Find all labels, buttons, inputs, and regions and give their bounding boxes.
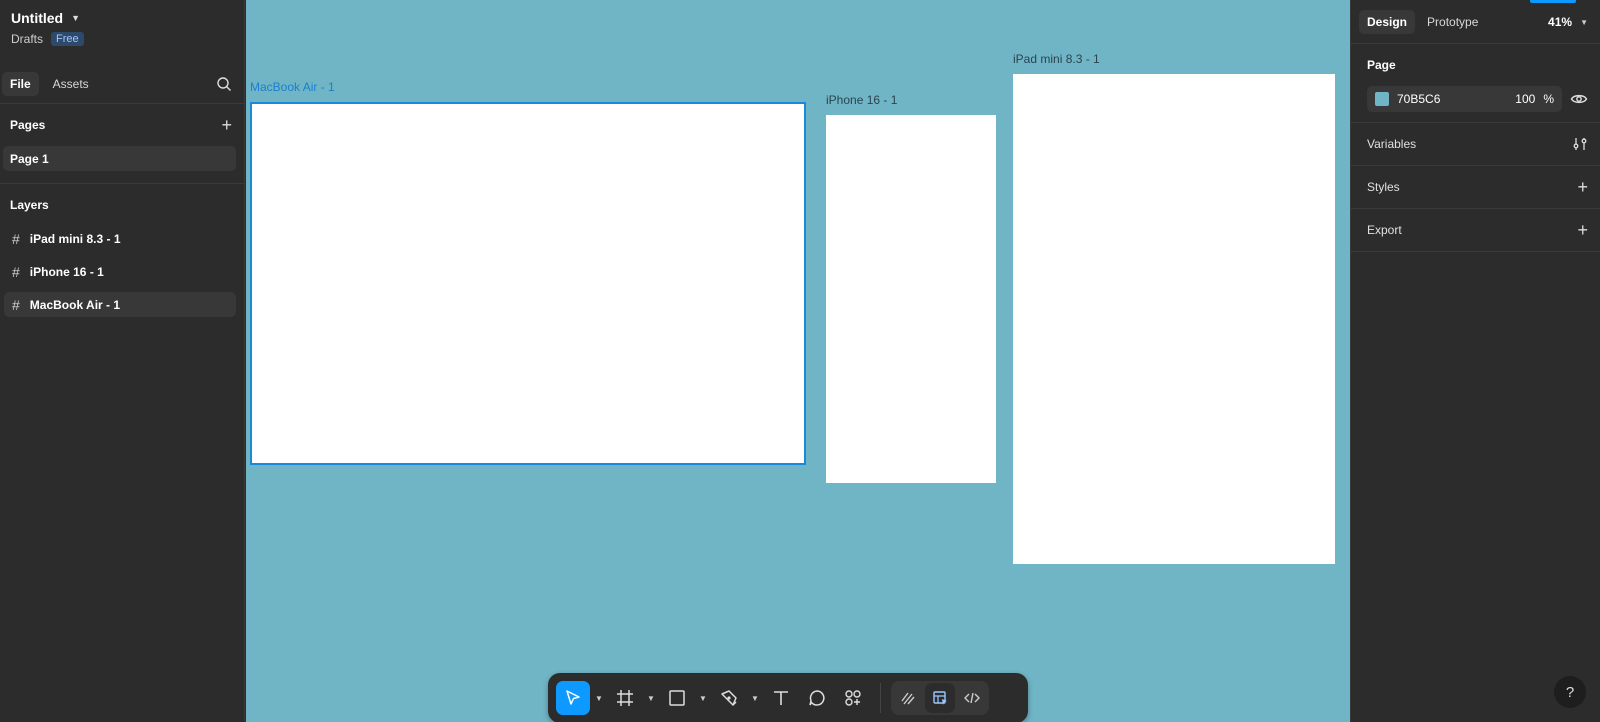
design-mode-button[interactable] — [925, 683, 955, 713]
plan-badge: Free — [51, 32, 84, 46]
color-hex-value[interactable]: 70B5C6 — [1397, 92, 1507, 106]
draw-mode-button[interactable] — [893, 683, 923, 713]
tab-design[interactable]: Design — [1359, 9, 1416, 34]
actions-tool-button[interactable] — [836, 681, 870, 715]
zoom-control[interactable]: 41% ▼ — [1548, 15, 1588, 29]
variables-header[interactable]: Variables — [1351, 123, 1600, 165]
styles-heading: Styles — [1367, 180, 1400, 194]
styles-section: Styles + — [1351, 166, 1600, 209]
frame-macbook-air[interactable] — [250, 102, 806, 465]
file-location[interactable]: Drafts — [11, 32, 43, 46]
bottom-toolbar: ▼ ▼ ▼ ▼ — [548, 673, 1028, 722]
export-section: Export + — [1351, 209, 1600, 252]
tab-assets[interactable]: Assets — [45, 72, 97, 96]
variables-heading: Variables — [1367, 137, 1417, 151]
frame-label-iphone[interactable]: iPhone 16 - 1 — [826, 93, 897, 107]
help-label: ? — [1565, 683, 1575, 701]
export-heading: Export — [1367, 223, 1402, 237]
pages-heading: Pages — [10, 118, 46, 132]
frame-icon: # — [12, 296, 20, 313]
variables-section: Variables — [1351, 123, 1600, 166]
search-icon[interactable] — [216, 76, 232, 92]
frame-icon — [617, 690, 633, 706]
rectangle-icon — [669, 690, 685, 706]
styles-header[interactable]: Styles + — [1351, 166, 1600, 208]
chevron-down-icon: ▼ — [71, 13, 81, 23]
tab-file[interactable]: File — [2, 71, 39, 96]
text-icon — [774, 691, 788, 705]
comment-tool-button[interactable] — [800, 681, 834, 715]
page-section-header: Page — [1351, 44, 1600, 86]
pen-icon — [721, 690, 737, 706]
opacity-unit: % — [1543, 92, 1554, 106]
right-tabs: Design Prototype 41% ▼ — [1351, 0, 1600, 44]
page-section: Page 70B5C6 100 % — [1351, 44, 1600, 123]
frame-label-macbook[interactable]: MacBook Air - 1 — [250, 80, 335, 94]
shape-tool-button[interactable] — [660, 681, 694, 715]
mode-switcher — [891, 681, 989, 715]
cursor-icon — [566, 690, 580, 705]
right-panel: Design Prototype 41% ▼ Page 70B5C6 100 %… — [1350, 0, 1600, 722]
design-icon — [933, 691, 947, 705]
frame-tool-button[interactable] — [608, 681, 642, 715]
frame-label-ipad[interactable]: iPad mini 8.3 - 1 — [1013, 52, 1100, 66]
layer-label: iPad mini 8.3 - 1 — [29, 231, 121, 246]
left-tabs: File Assets — [0, 64, 244, 104]
frame-icon: # — [12, 263, 20, 280]
frame-iphone-16[interactable] — [826, 115, 996, 483]
move-tool-button[interactable] — [556, 681, 590, 715]
color-swatch[interactable] — [1375, 92, 1389, 106]
dev-mode-button[interactable] — [957, 683, 987, 713]
add-export-icon[interactable]: + — [1577, 221, 1588, 239]
eye-icon[interactable] — [1570, 90, 1588, 108]
help-button[interactable]: ? — [1554, 676, 1586, 708]
sliders-icon[interactable] — [1572, 136, 1588, 152]
comment-icon — [809, 690, 825, 706]
layer-item[interactable]: # iPad mini 8.3 - 1 — [4, 226, 236, 251]
export-header[interactable]: Export + — [1351, 209, 1600, 251]
chevron-down-icon: ▼ — [1580, 17, 1588, 27]
add-style-icon[interactable]: + — [1577, 178, 1588, 196]
frame-ipad-mini[interactable] — [1013, 74, 1335, 564]
page-item-label: Page 1 — [10, 151, 49, 166]
file-title: Untitled — [11, 10, 64, 26]
file-title-menu[interactable]: Untitled ▼ — [11, 10, 234, 26]
layer-label: MacBook Air - 1 — [29, 297, 121, 312]
draw-icon — [901, 692, 915, 705]
chevron-down-icon[interactable]: ▼ — [696, 694, 710, 703]
page-item[interactable]: Page 1 — [3, 146, 236, 171]
layer-label: iPhone 16 - 1 — [29, 264, 104, 279]
left-panel: Untitled ▼ Drafts Free File Assets Pages… — [0, 0, 245, 722]
tab-prototype[interactable]: Prototype — [1419, 10, 1486, 34]
components-icon — [845, 690, 861, 706]
page-color-row: 70B5C6 100 % — [1351, 86, 1600, 122]
frame-icon: # — [12, 230, 20, 247]
code-icon — [964, 692, 980, 704]
layer-item[interactable]: # iPhone 16 - 1 — [4, 259, 236, 284]
toolbar-divider — [880, 683, 881, 713]
layers-heading: Layers — [10, 198, 49, 212]
pages-header: Pages + — [0, 104, 244, 146]
file-header: Untitled ▼ Drafts Free — [0, 0, 244, 64]
layers-header: Layers — [0, 184, 244, 226]
text-tool-button[interactable] — [764, 681, 798, 715]
page-color-field[interactable]: 70B5C6 100 % — [1367, 86, 1562, 112]
layer-item-selected[interactable]: # MacBook Air - 1 — [4, 292, 236, 317]
page-section-heading: Page — [1367, 58, 1396, 72]
chevron-down-icon[interactable]: ▼ — [644, 694, 658, 703]
canvas[interactable]: MacBook Air - 1 iPhone 16 - 1 iPad mini … — [246, 0, 1350, 722]
add-page-icon[interactable]: + — [221, 116, 232, 134]
pen-tool-button[interactable] — [712, 681, 746, 715]
opacity-value[interactable]: 100 — [1515, 92, 1535, 106]
chevron-down-icon[interactable]: ▼ — [592, 694, 606, 703]
zoom-level: 41% — [1548, 15, 1573, 29]
chevron-down-icon[interactable]: ▼ — [748, 694, 762, 703]
